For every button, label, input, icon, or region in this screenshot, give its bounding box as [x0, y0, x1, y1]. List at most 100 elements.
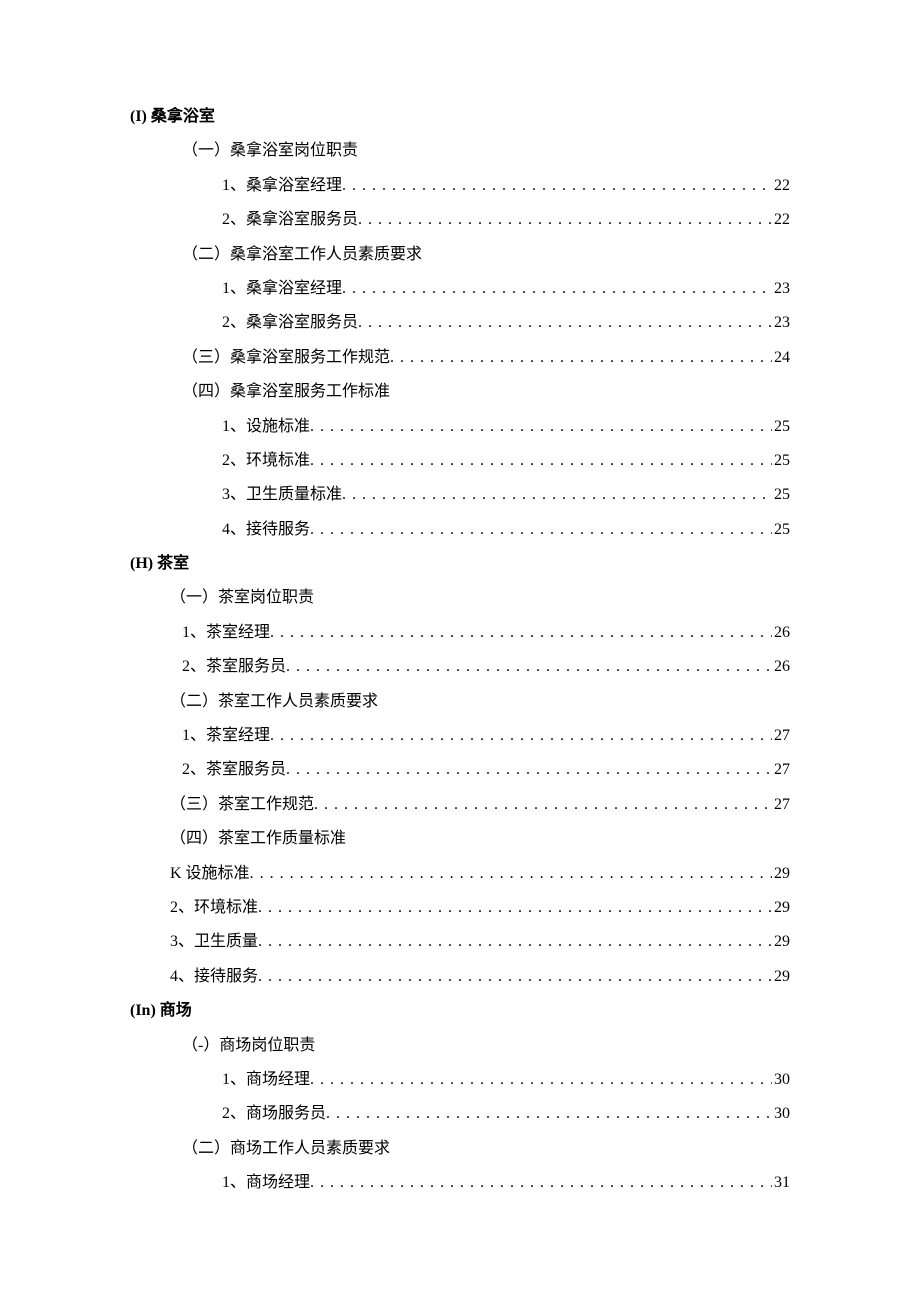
toc-dot-leader [286, 650, 772, 684]
toc-entry-label: 1、桑拿浴室经理 [222, 272, 342, 306]
toc-entry-page: 26 [772, 650, 790, 684]
toc-dot-leader [310, 1063, 772, 1097]
toc-entry: （-）商场岗位职责 [130, 1029, 790, 1063]
toc-entry: 1、商场经理30 [130, 1063, 790, 1097]
toc-entry-label: 4、接待服务 [222, 513, 310, 547]
toc-entry-page: 23 [772, 272, 790, 306]
toc-entry-label: 2、商场服务员 [222, 1097, 326, 1131]
toc-entry-label: （四）桑拿浴室服务工作标准 [182, 375, 390, 409]
toc-entry: （二）商场工作人员素质要求 [130, 1132, 790, 1166]
toc-entry: (I) 桑拿浴室 [130, 100, 790, 134]
toc-entry-label: （二）商场工作人员素质要求 [182, 1132, 390, 1166]
toc-entry-label: 1、茶室经理 [182, 719, 270, 753]
toc-entry: 1、茶室经理 27 [130, 719, 790, 753]
toc-dot-leader [310, 1166, 772, 1200]
toc-entry-label: 3、卫生质量标准 [222, 478, 342, 512]
toc-entry-page: 30 [772, 1063, 790, 1097]
toc-entry-page: 25 [772, 478, 790, 512]
toc-entry-page: 25 [772, 410, 790, 444]
toc-entry: 2、茶室服务员 26 [130, 650, 790, 684]
toc-dot-leader [358, 203, 772, 237]
toc-entry-label: 1、商场经理 [222, 1166, 310, 1200]
toc-entry-label: 1、茶室经理 [182, 616, 270, 650]
toc-entry: （四）桑拿浴室服务工作标准 [130, 375, 790, 409]
toc-entry: 1、商场经理 31 [130, 1166, 790, 1200]
toc-entry-label: （-）商场岗位职责 [182, 1029, 315, 1063]
toc-entry-page: 27 [772, 753, 790, 787]
toc-entry-label: 1、桑拿浴室经理 [222, 169, 342, 203]
toc-dot-leader [310, 410, 772, 444]
toc-entry: 3、卫生质量标准 25 [130, 478, 790, 512]
toc-dot-leader [342, 169, 772, 203]
toc-entry-label: （二）茶室工作人员素质要求 [170, 685, 378, 719]
toc-entry: （一）茶室岗位职责 [130, 581, 790, 615]
toc-entry-page: 24 [772, 341, 790, 375]
toc-dot-leader [270, 616, 772, 650]
toc-entry-label: 4、接待服务 [170, 960, 258, 994]
toc-dot-leader [250, 857, 772, 891]
toc-entry-label: (I) 桑拿浴室 [130, 100, 215, 134]
toc-entry-page: 27 [772, 788, 790, 822]
toc-entry-label: （四）茶室工作质量标准 [170, 822, 346, 856]
toc-container: (I) 桑拿浴室（一）桑拿浴室岗位职责1、桑拿浴室经理222、桑拿浴室服务员22… [130, 100, 790, 1201]
toc-entry-page: 22 [772, 169, 790, 203]
toc-entry-label: （二）桑拿浴室工作人员素质要求 [182, 238, 422, 272]
toc-dot-leader [310, 444, 772, 478]
toc-dot-leader [342, 272, 772, 306]
toc-entry: 3、卫生质量 29 [130, 925, 790, 959]
toc-entry: 1、设施标准 25 [130, 410, 790, 444]
toc-entry-page: 31 [772, 1166, 790, 1200]
toc-entry: (In) 商场 [130, 994, 790, 1028]
toc-entry-label: 2、环境标准 [222, 444, 310, 478]
toc-entry-page: 29 [772, 857, 790, 891]
toc-entry: （四）茶室工作质量标准 [130, 822, 790, 856]
toc-entry-label: 1、设施标准 [222, 410, 310, 444]
toc-entry-label: （一）桑拿浴室岗位职责 [182, 134, 358, 168]
toc-entry-page: 25 [772, 513, 790, 547]
toc-entry: 2、环境标准 25 [130, 444, 790, 478]
toc-entry: （一）桑拿浴室岗位职责 [130, 134, 790, 168]
toc-entry-label: 2、茶室服务员 [182, 650, 286, 684]
toc-entry: 2、环境标准 29 [130, 891, 790, 925]
toc-dot-leader [310, 513, 772, 547]
toc-entry: （二）桑拿浴室工作人员素质要求 [130, 238, 790, 272]
toc-entry: 1、桑拿浴室经理 23 [130, 272, 790, 306]
toc-entry-label: 2、环境标准 [170, 891, 258, 925]
toc-entry-page: 26 [772, 616, 790, 650]
toc-dot-leader [314, 788, 772, 822]
toc-entry: (H) 茶室 [130, 547, 790, 581]
toc-entry-page: 22 [772, 203, 790, 237]
toc-dot-leader [286, 753, 772, 787]
toc-entry-label: （一）茶室岗位职责 [170, 581, 314, 615]
toc-dot-leader [342, 478, 772, 512]
toc-entry-label: 2、桑拿浴室服务员 [222, 203, 358, 237]
toc-entry: 2、茶室服务员27 [130, 753, 790, 787]
toc-entry: （三）桑拿浴室服务工作规范 24 [130, 341, 790, 375]
toc-entry-label: K 设施标准 [170, 857, 250, 891]
toc-dot-leader [258, 960, 772, 994]
toc-entry: K 设施标准 29 [130, 857, 790, 891]
toc-entry-label: 3、卫生质量 [170, 925, 258, 959]
toc-dot-leader [270, 719, 772, 753]
toc-entry-label: （三）茶室工作规范 [170, 788, 314, 822]
toc-dot-leader [258, 925, 772, 959]
toc-entry: 4、接待服务 25 [130, 513, 790, 547]
toc-entry-page: 23 [772, 306, 790, 340]
toc-entry-label: （三）桑拿浴室服务工作规范 [182, 341, 390, 375]
toc-dot-leader [390, 341, 772, 375]
toc-entry-label: (H) 茶室 [130, 547, 189, 581]
toc-entry: （二）茶室工作人员素质要求 [130, 685, 790, 719]
toc-entry: 2、桑拿浴室服务员 22 [130, 203, 790, 237]
toc-entry-page: 29 [772, 891, 790, 925]
toc-entry: 2、商场服务员 30 [130, 1097, 790, 1131]
toc-dot-leader [326, 1097, 772, 1131]
toc-entry-page: 29 [772, 960, 790, 994]
toc-entry-label: 2、桑拿浴室服务员 [222, 306, 358, 340]
toc-entry: （三）茶室工作规范 27 [130, 788, 790, 822]
toc-entry-page: 25 [772, 444, 790, 478]
toc-entry-page: 29 [772, 925, 790, 959]
toc-entry-page: 30 [772, 1097, 790, 1131]
toc-entry: 2、桑拿浴室服务员 23 [130, 306, 790, 340]
toc-entry-page: 27 [772, 719, 790, 753]
toc-entry: 1、桑拿浴室经理 22 [130, 169, 790, 203]
